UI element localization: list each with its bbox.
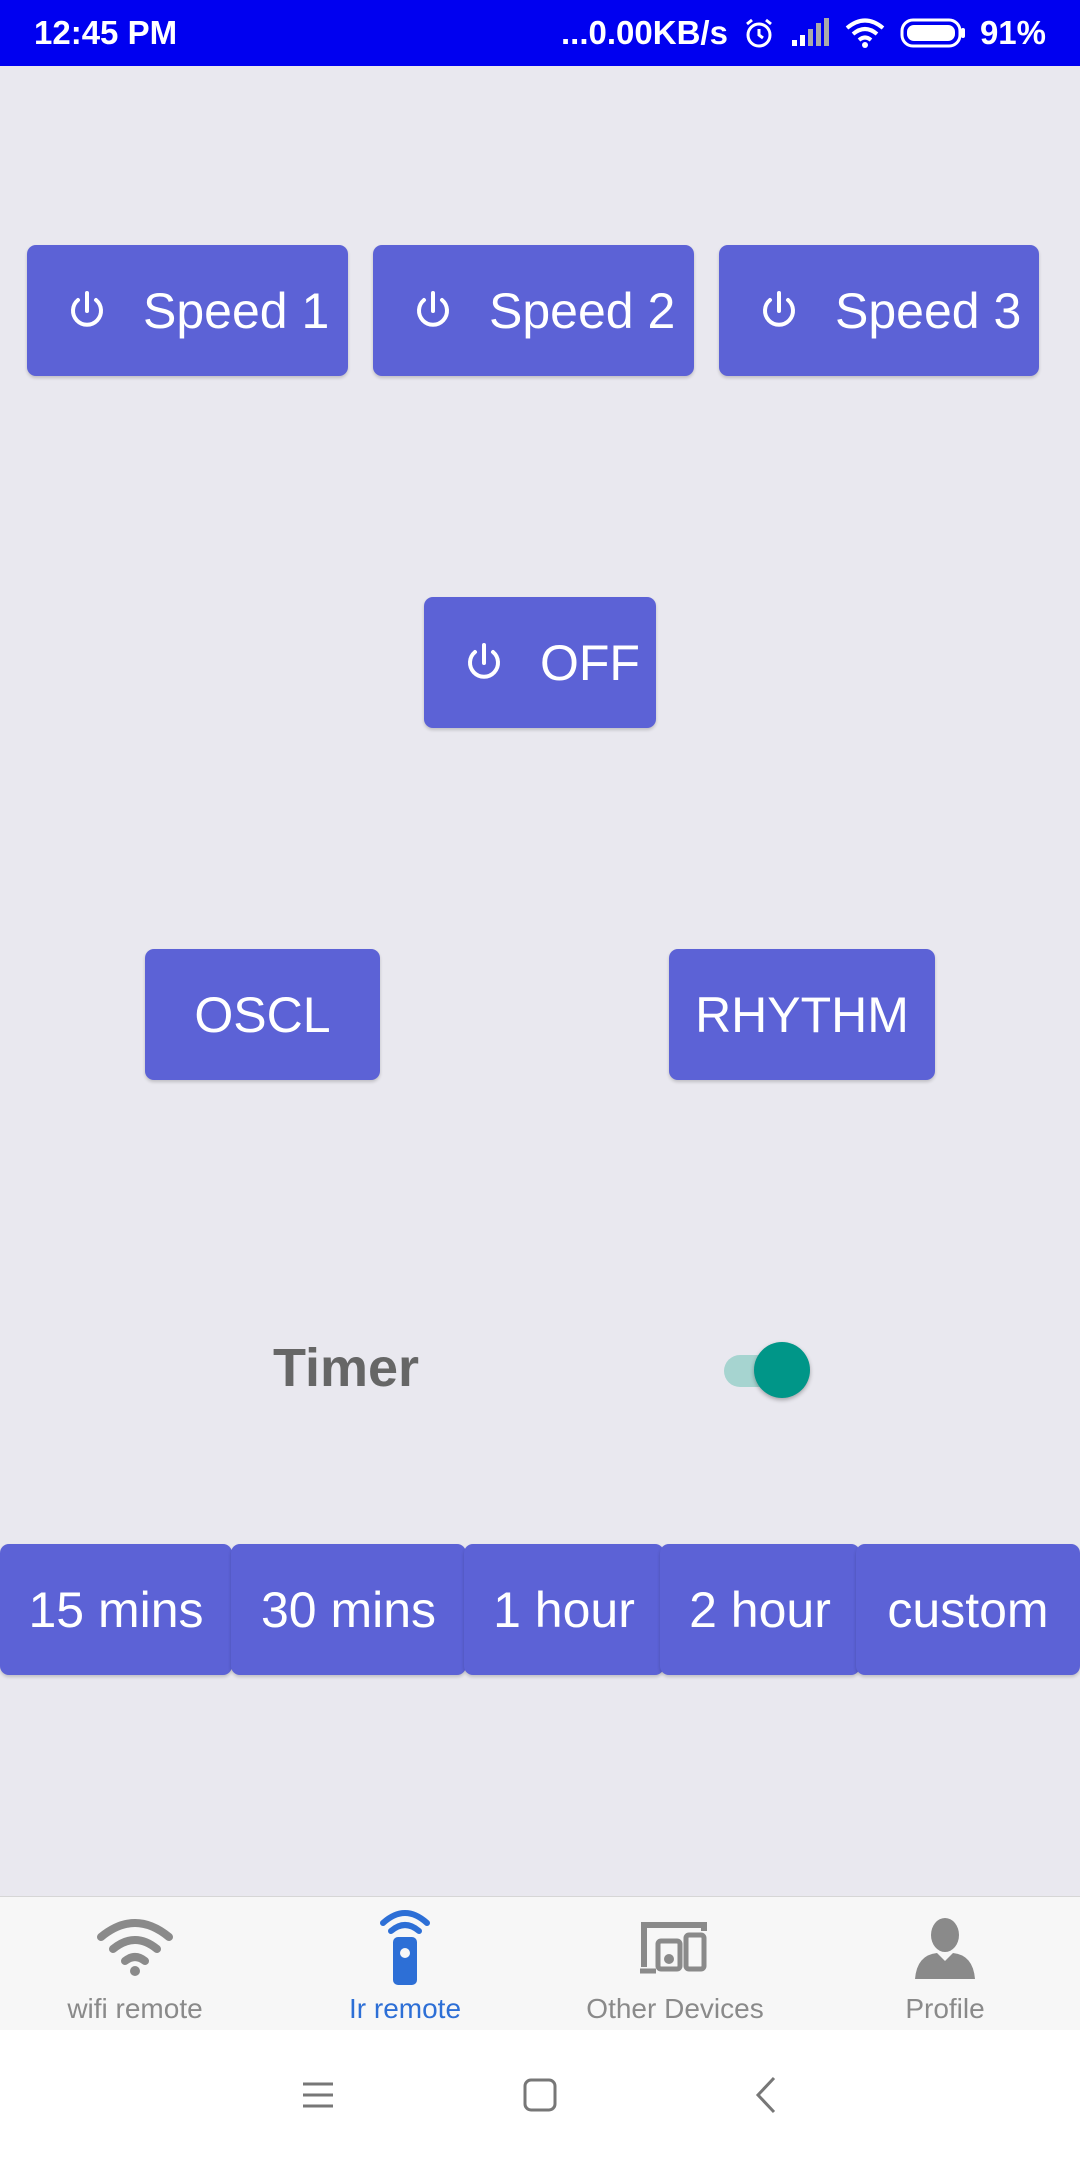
speed-1-label: Speed 1 [143, 282, 330, 339]
status-time: 12:45 PM [34, 14, 178, 51]
toggle-knob [754, 1342, 810, 1398]
power-icon [417, 290, 449, 327]
power-icon [468, 642, 500, 679]
speed-2-button[interactable]: Speed 2 [373, 245, 694, 376]
oscl-button[interactable]: OSCL [145, 949, 380, 1080]
signal-icon [790, 18, 830, 48]
nav-wifi-remote[interactable]: wifi remote [0, 1897, 270, 2031]
wifi-icon [844, 17, 886, 49]
timer-label: Timer [273, 1338, 420, 1398]
alarm-icon [742, 16, 776, 50]
wifi-icon [95, 1907, 175, 1987]
rhythm-label: RHYTHM [695, 986, 909, 1043]
menu-icon[interactable] [293, 2070, 343, 2120]
timer-custom-button[interactable]: custom [856, 1544, 1080, 1675]
speed-3-label: Speed 3 [835, 282, 1022, 339]
battery-icon [900, 17, 966, 49]
speed-2-label: Speed 2 [489, 282, 676, 339]
timer-2-hour-button[interactable]: 2 hour [660, 1544, 860, 1675]
off-label: OFF [540, 634, 640, 691]
timer-30-mins-button[interactable]: 30 mins [231, 1544, 466, 1675]
screen: 12:45 PM ...0.00KB/s 91% Speed 1 Speed 2 [0, 0, 1080, 2160]
rhythm-button[interactable]: RHYTHM [669, 949, 935, 1080]
oscl-label: OSCL [194, 986, 331, 1043]
power-icon [71, 290, 103, 327]
timer-1-hour-button[interactable]: 1 hour [464, 1544, 664, 1675]
status-right: ...0.00KB/s 91% [561, 14, 1046, 52]
power-icon [763, 290, 795, 327]
profile-icon [905, 1907, 985, 1987]
speed-1-button[interactable]: Speed 1 [27, 245, 348, 376]
timer-toggle[interactable] [724, 1342, 814, 1398]
timer-15-mins-button[interactable]: 15 mins [0, 1544, 232, 1675]
nav-profile[interactable]: Profile [810, 1897, 1080, 2031]
nav-label: wifi remote [67, 1993, 203, 2024]
status-bar: 12:45 PM ...0.00KB/s 91% [0, 0, 1080, 66]
nav-other-devices[interactable]: Other Devices [540, 1897, 810, 2031]
nav-label: Ir remote [348, 1993, 462, 2024]
speed-3-button[interactable]: Speed 3 [719, 245, 1039, 376]
nav-ir-remote[interactable]: Ir remote [270, 1897, 540, 2031]
off-button[interactable]: OFF [424, 597, 656, 728]
timer-options: 15 mins 30 mins 1 hour 2 hour custom [0, 1544, 1080, 1675]
back-icon[interactable] [742, 2070, 792, 2120]
devices-icon [635, 1907, 715, 1987]
bottom-nav: wifi remote Ir remote Other Devices Prof… [0, 1896, 1080, 2031]
nav-label: Profile [905, 1993, 985, 2024]
home-icon[interactable] [515, 2070, 565, 2120]
ir-remote-icon [365, 1907, 445, 1987]
system-nav-bar [0, 2030, 1080, 2160]
network-speed: ...0.00KB/s [561, 14, 728, 51]
nav-label: Other Devices [586, 1993, 764, 2024]
battery-percent: 91% [979, 14, 1046, 51]
